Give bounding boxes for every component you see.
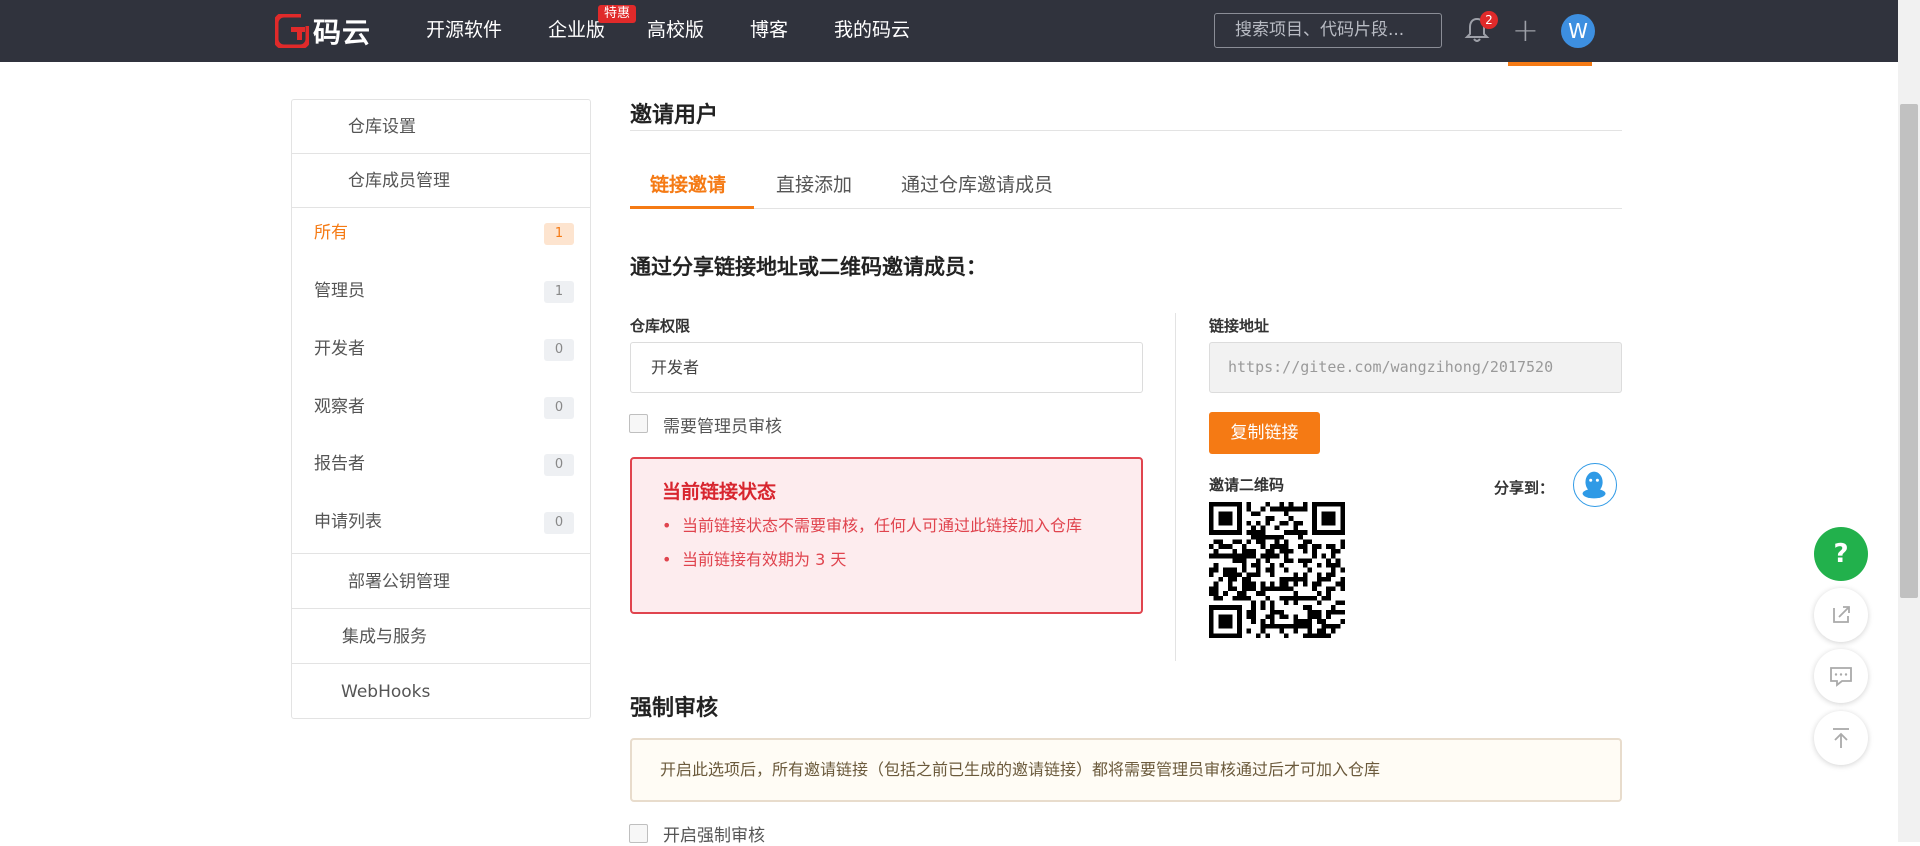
qq-icon xyxy=(1582,471,1606,499)
force-review-notice: 开启此选项后，所有邀请链接（包括之前已生成的邀请链接）都将需要管理员审核通过后才… xyxy=(630,738,1622,802)
sidebar-item-label: 仓库成员管理 xyxy=(348,171,450,191)
sidebar-item-observers[interactable]: 观察者 0 xyxy=(292,384,590,430)
sidebar-item-deploy-keys[interactable]: 部署公钥管理 xyxy=(292,555,590,609)
avatar[interactable]: W xyxy=(1561,14,1595,48)
share-button[interactable] xyxy=(1814,588,1868,642)
link-url-label: 链接地址 xyxy=(1209,317,1270,335)
sidebar-item-label: 部署公钥管理 xyxy=(348,572,450,592)
share-icon xyxy=(1833,606,1850,623)
help-button[interactable]: ? xyxy=(1814,527,1868,581)
sidebar-item-label: 集成与服务 xyxy=(342,627,427,647)
comment-button[interactable] xyxy=(1814,649,1868,703)
page-title: 邀请用户 xyxy=(630,103,719,128)
nav-blog[interactable]: 博客 xyxy=(750,17,788,43)
link-status-list: 当前链接状态不需要审核，任何人可通过此链接加入仓库 当前链接有效期为 3 天 xyxy=(662,513,1122,581)
nav-enterprise[interactable]: 企业版 xyxy=(548,17,605,43)
sidebar-item-webhooks[interactable]: WebHooks xyxy=(292,665,590,719)
count-badge: 1 xyxy=(544,223,574,245)
back-to-top-button[interactable] xyxy=(1814,711,1868,765)
count-badge: 0 xyxy=(544,512,574,534)
sidebar-item-label: 申请列表 xyxy=(314,512,382,532)
sidebar-item-label: 观察者 xyxy=(314,397,365,417)
gitee-logo-icon xyxy=(275,14,309,48)
need-review-checkbox[interactable] xyxy=(629,414,648,433)
tab-invite-via-repo[interactable]: 通过仓库邀请成员 xyxy=(901,170,1053,197)
link-status-item: 当前链接有效期为 3 天 xyxy=(662,547,1122,573)
site-logo[interactable]: 码云 xyxy=(275,14,372,49)
invite-heading: 通过分享链接地址或二维码邀请成员： xyxy=(630,255,987,279)
sidebar-item-label: 仓库设置 xyxy=(348,117,416,137)
comment-icon xyxy=(1830,667,1852,687)
nav-university[interactable]: 高校版 xyxy=(647,17,704,43)
permission-select[interactable]: 开发者 xyxy=(630,342,1143,393)
link-status-item: 当前链接状态不需要审核，任何人可通过此链接加入仓库 xyxy=(662,513,1122,539)
count-badge: 0 xyxy=(544,397,574,419)
nav-my-gitee-label: 我的码云 xyxy=(834,19,911,41)
copy-link-button[interactable]: 复制链接 xyxy=(1209,412,1320,454)
sidebar-item-developers[interactable]: 开发者 0 xyxy=(292,326,590,372)
active-tab-indicator xyxy=(630,206,754,209)
column-divider xyxy=(1175,313,1176,661)
logo-text: 码云 xyxy=(313,16,372,49)
sidebar-item-repo-settings[interactable]: 仓库设置 xyxy=(292,100,590,154)
count-badge: 0 xyxy=(544,454,574,476)
sidebar-item-member-management[interactable]: 仓库成员管理 xyxy=(292,154,590,208)
back-to-top-icon xyxy=(1833,728,1849,748)
qr-code xyxy=(1209,502,1345,638)
tab-link-invite[interactable]: 链接邀请 xyxy=(650,170,726,197)
qq-share-button[interactable] xyxy=(1573,463,1617,507)
sidebar-item-reporters[interactable]: 报告者 0 xyxy=(292,441,590,487)
qr-code-label: 邀请二维码 xyxy=(1209,476,1285,494)
search-input[interactable]: 搜索项目、代码片段... xyxy=(1214,13,1442,48)
count-badge: 1 xyxy=(544,281,574,303)
notification-count-badge: 2 xyxy=(1480,11,1498,29)
sidebar-item-integrations[interactable]: 集成与服务 xyxy=(292,610,590,664)
nav-active-indicator xyxy=(1508,62,1592,66)
sidebar-item-label: 开发者 xyxy=(314,339,365,359)
force-review-checkbox[interactable] xyxy=(629,824,648,843)
page-scrollbar-thumb[interactable] xyxy=(1900,104,1918,598)
plus-icon[interactable]: + xyxy=(1512,14,1539,46)
nav-my-gitee[interactable]: 我的码云 xyxy=(834,17,916,45)
nav-open-source[interactable]: 开源软件 xyxy=(426,17,502,43)
permission-select-value: 开发者 xyxy=(651,358,700,377)
link-status-title: 当前链接状态 xyxy=(662,481,777,503)
invite-link-field[interactable]: https://gitee.com/wangzihong/2017520 xyxy=(1209,342,1622,393)
link-status-box: 当前链接状态 当前链接状态不需要审核，任何人可通过此链接加入仓库 当前链接有效期… xyxy=(630,457,1143,614)
need-review-label[interactable]: 需要管理员审核 xyxy=(663,412,782,437)
sidebar-item-label: 所有 xyxy=(314,223,348,243)
sidebar-item-admins[interactable]: 管理员 1 xyxy=(292,268,590,314)
sidebar-item-label: 报告者 xyxy=(314,454,365,474)
force-review-label[interactable]: 开启强制审核 xyxy=(663,821,765,846)
sidebar-item-label: 管理员 xyxy=(314,281,365,301)
permission-label: 仓库权限 xyxy=(630,317,691,335)
sidebar-item-label: WebHooks xyxy=(341,682,431,702)
settings-sidebar: 仓库设置 仓库成员管理 所有 1 管理员 1 开发者 0 观察者 0 报告者 0… xyxy=(291,99,591,719)
enterprise-promo-badge: 特惠 xyxy=(598,5,637,23)
title-divider xyxy=(630,130,1622,131)
count-badge: 0 xyxy=(544,339,574,361)
sidebar-item-requests[interactable]: 申请列表 0 xyxy=(292,499,590,554)
tabs-divider xyxy=(630,208,1622,209)
tab-direct-add[interactable]: 直接添加 xyxy=(776,170,852,197)
top-navbar: 码云 开源软件 企业版 特惠 高校版 博客 我的码云 搜索项目、代码片段... … xyxy=(0,0,1920,62)
force-review-title: 强制审核 xyxy=(630,696,719,721)
sidebar-item-all[interactable]: 所有 1 xyxy=(292,210,590,256)
share-to-label: 分享到： xyxy=(1494,479,1555,497)
